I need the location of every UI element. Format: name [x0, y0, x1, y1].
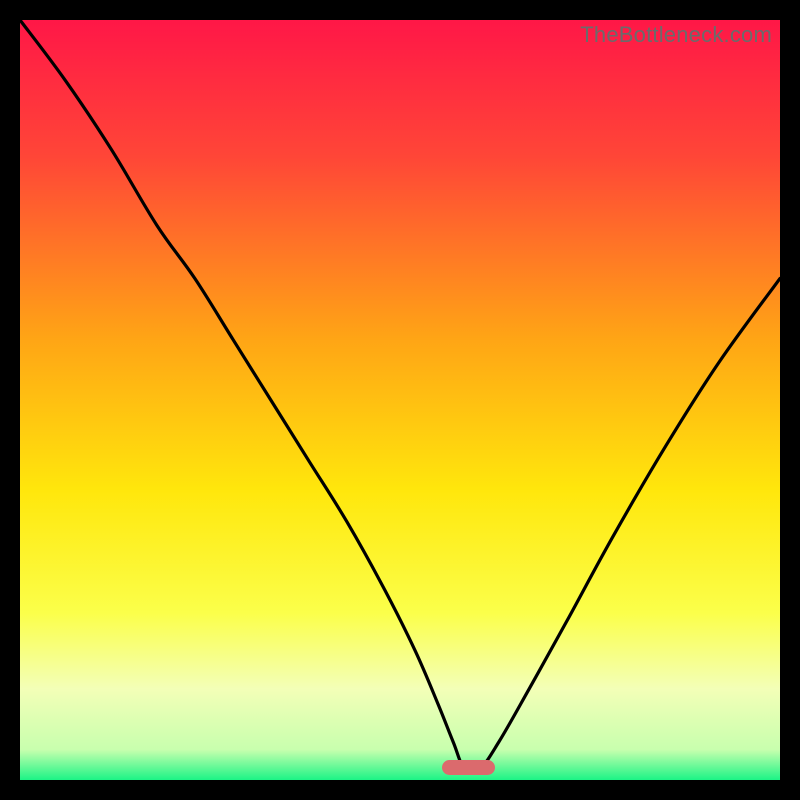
chart-frame: TheBottleneck.com [20, 20, 780, 780]
watermark-text: TheBottleneck.com [580, 22, 772, 48]
optimal-marker [442, 760, 495, 775]
bottleneck-curve [20, 20, 780, 780]
plot-area: TheBottleneck.com [20, 20, 780, 780]
